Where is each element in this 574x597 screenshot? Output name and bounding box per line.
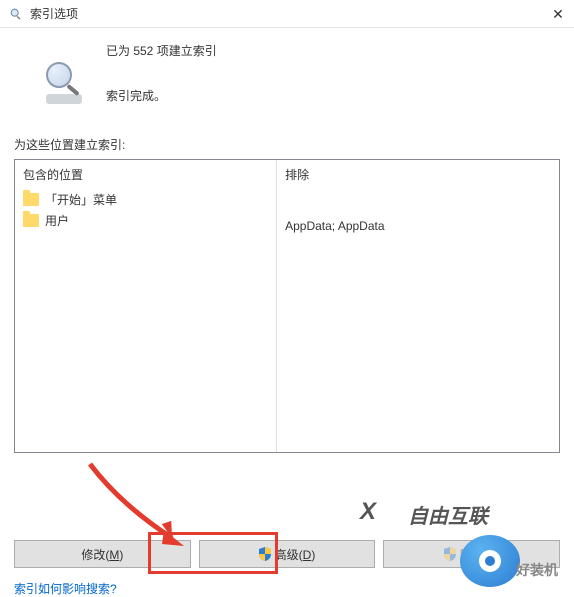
watermark-logo-icon: X — [360, 498, 374, 526]
titlebar: 索引选项 ✕ — [0, 0, 574, 28]
index-status-text: 索引完成。 — [106, 87, 217, 104]
list-item[interactable]: 用户 — [15, 210, 276, 231]
folder-icon — [23, 193, 39, 206]
list-item-label: 用户 — [45, 212, 69, 229]
excluded-text: AppData; AppData — [277, 189, 559, 233]
status-area: 已为 552 项建立索引 索引完成。 — [10, 40, 564, 106]
window-title: 索引选项 — [30, 5, 78, 22]
advanced-button[interactable]: 高级(D) — [199, 540, 376, 568]
list-item-label: 「开始」菜单 — [45, 191, 117, 208]
section-label: 为这些位置建立索引: — [14, 136, 564, 153]
button-label: 高级(D) — [275, 546, 316, 563]
shield-icon — [444, 547, 456, 561]
modify-button[interactable]: 修改(M) — [14, 540, 191, 568]
magnifier-small-icon — [8, 6, 24, 22]
annotation-arrow — [80, 454, 200, 554]
locations-list: 包含的位置 「开始」菜单 用户 排除 AppData; AppData — [14, 159, 560, 453]
index-count-text: 已为 552 项建立索引 — [106, 42, 217, 59]
excluded-header: 排除 — [277, 160, 559, 189]
watermark-bubble-icon — [460, 535, 520, 587]
help-link[interactable]: 索引如何影响搜索? — [14, 580, 117, 597]
close-button[interactable]: ✕ — [548, 4, 568, 24]
list-item[interactable]: 「开始」菜单 — [15, 189, 276, 210]
magnifier-icon — [40, 58, 88, 106]
watermark-brand-2: 好装机 — [516, 560, 558, 580]
folder-icon — [23, 214, 39, 227]
shield-icon — [259, 547, 271, 561]
button-label: 修改(M) — [81, 546, 123, 563]
included-header: 包含的位置 — [15, 160, 276, 189]
watermark-brand-1: 自由互联 — [408, 500, 488, 529]
